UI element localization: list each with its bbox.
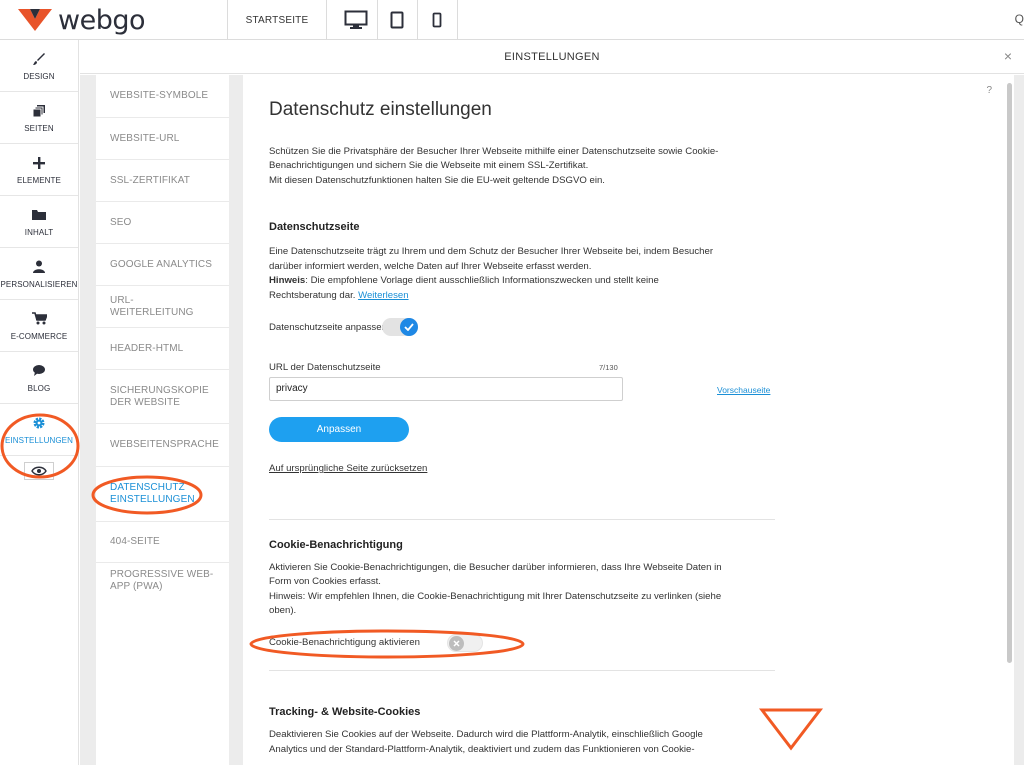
settings-body: WEBSITE-SYMBOLE WEBSITE-URL SSL-ZERTIFIK… <box>80 75 1024 765</box>
intro-text-line-2: Benachrichtigungen und sichern Sie die W… <box>269 160 589 171</box>
intro-text-line-1: Schützen Sie die Privatsphäre der Besuch… <box>269 146 719 157</box>
settings-nav-website-symbole[interactable]: WEBSITE-SYMBOLE <box>96 75 229 118</box>
read-more-link[interactable]: Weiterlesen <box>358 290 408 301</box>
settings-title: EINSTELLUNGEN <box>504 51 600 63</box>
privacy-text-line-2: darüber informiert werden, welche Daten … <box>269 261 592 272</box>
top-right-glyph[interactable]: Q <box>1015 12 1024 26</box>
page-title: Datenschutz einstellungen <box>269 99 492 120</box>
settings-nav-seo[interactable]: SEO <box>96 202 229 244</box>
hint-label: Hinweis <box>269 275 306 286</box>
chat-icon <box>32 363 46 379</box>
plus-icon <box>33 155 45 171</box>
pages-icon <box>32 103 46 119</box>
desktop-view-button[interactable] <box>336 0 376 40</box>
privacy-hint-line-1: Hinweis: Die empfohlene Vorlage dient au… <box>269 274 779 288</box>
top-bar: webgo STARTSEITE Q <box>0 0 1024 40</box>
sidebar-item-label: ELEMENTE <box>17 175 61 185</box>
cookie-notice-heading: Cookie-Benachrichtigung <box>269 539 403 551</box>
tracking-text-line-2: Analytics und der Standard-Plattform-Ana… <box>269 744 695 755</box>
settings-nav: WEBSITE-SYMBOLE WEBSITE-URL SSL-ZERTIFIK… <box>96 75 229 765</box>
settings-nav-404-seite[interactable]: 404-SEITE <box>96 522 229 563</box>
url-field-label: URL der Datenschutzseite <box>269 362 381 373</box>
sidebar-item-einstellungen[interactable]: EINSTELLUNGEN <box>0 404 78 456</box>
sidebar-item-design[interactable]: DESIGN <box>0 40 78 92</box>
privacy-page-toggle[interactable] <box>382 318 418 336</box>
sidebar-item-e-commerce[interactable]: E-COMMERCE <box>0 300 78 352</box>
mobile-view-button[interactable] <box>418 0 456 40</box>
mobile-icon <box>432 12 442 28</box>
startseite-button[interactable]: STARTSEITE <box>228 0 326 40</box>
privacy-page-heading: Datenschutzseite <box>269 221 360 233</box>
brush-icon <box>32 51 46 67</box>
cookie-text-line-1: Aktivieren Sie Cookie-Benachrichtigungen… <box>269 562 722 573</box>
folder-icon <box>32 207 46 223</box>
customize-button[interactable]: Anpassen <box>269 417 409 442</box>
eye-icon <box>31 466 47 476</box>
privacy-toggle-label: Datenschutzseite anpassen <box>269 322 387 333</box>
section-divider <box>269 670 775 671</box>
settings-nav-ssl-zertifikat[interactable]: SSL-ZERTIFIKAT <box>96 160 229 202</box>
privacy-settings-panel: ? Datenschutz einstellungen Schützen Sie… <box>243 75 1014 765</box>
settings-nav-sicherungskopie[interactable]: SICHERUNGSKOPIE DER WEBSITE <box>96 370 229 424</box>
sidebar-item-blog[interactable]: BLOG <box>0 352 78 404</box>
webgo-logo[interactable]: webgo <box>18 4 146 36</box>
sidebar-item-label: DESIGN <box>23 71 55 81</box>
x-icon <box>449 636 464 651</box>
gear-icon <box>32 415 46 431</box>
tracking-cookies-heading: Tracking- & Website-Cookies <box>269 706 421 718</box>
sidebar-item-label: INHALT <box>24 227 54 237</box>
intro-text-line-3: Mit diesen Datenschutzfunktionen halten … <box>269 175 605 186</box>
webgo-logo-text: webgo <box>58 4 146 36</box>
preview-page-link[interactable]: Vorschauseite <box>717 385 770 395</box>
sidebar-item-label: BLOG <box>27 383 51 393</box>
content-scrollbar[interactable] <box>1007 75 1012 675</box>
settings-nav-webseitensprache[interactable]: WEBSEITENSPRACHE <box>96 424 229 467</box>
tablet-view-button[interactable] <box>378 0 416 40</box>
cookie-text-line-2: Form von Cookies erfasst. <box>269 576 381 587</box>
sidebar-item-label: SEITEN <box>24 123 54 133</box>
settings-nav-datenschutz-einstellungen[interactable]: DATENSCHUTZ EINSTELLUNGEN <box>96 467 229 522</box>
sidebar-item-label: PERSONALISIEREN <box>0 279 78 289</box>
sidebar-item-elemente[interactable]: ELEMENTE <box>0 144 78 196</box>
sidebar-item-seiten[interactable]: SEITEN <box>0 92 78 144</box>
webgo-logo-mark-icon <box>18 9 52 31</box>
close-button[interactable]: × <box>1004 48 1012 64</box>
sidebar-item-label: E-COMMERCE <box>10 331 68 341</box>
settings-nav-pwa[interactable]: PROGRESSIVE WEB-APP (PWA) <box>96 563 229 613</box>
preview-eye-button[interactable] <box>24 462 54 480</box>
cart-icon <box>31 311 47 327</box>
divider <box>457 0 458 40</box>
tracking-text-line-1: Deaktivieren Sie Cookies auf der Webseit… <box>269 729 703 740</box>
tablet-icon <box>390 11 404 29</box>
desktop-icon <box>344 10 368 29</box>
settings-nav-header-html[interactable]: HEADER-HTML <box>96 328 229 370</box>
settings-nav-google-analytics[interactable]: GOOGLE ANALYTICS <box>96 244 229 286</box>
reset-page-link[interactable]: Auf ursprüngliche Seite zurücksetzen <box>269 463 427 474</box>
privacy-hint-line-2: Rechtsberatung dar. Weiterlesen <box>269 289 779 303</box>
cookie-notice-toggle[interactable] <box>447 634 483 652</box>
main-sidebar: DESIGN SEITEN ELEMENTE INHALT PERSONALIS… <box>0 40 79 765</box>
divider <box>326 0 327 40</box>
sidebar-item-personalisieren[interactable]: PERSONALISIEREN <box>0 248 78 300</box>
privacy-text-line-1: Eine Datenschutzseite trägt zu Ihrem und… <box>269 246 714 257</box>
settings-nav-website-url[interactable]: WEBSITE-URL <box>96 118 229 160</box>
cookie-text-line-3: Hinweis: Wir empfehlen Ihnen, die Cookie… <box>269 591 722 602</box>
settings-header: EINSTELLUNGEN × <box>80 40 1024 74</box>
sidebar-item-inhalt[interactable]: INHALT <box>0 196 78 248</box>
cookie-toggle-label: Cookie-Benachrichtigung aktivieren <box>269 637 420 648</box>
person-icon <box>33 259 45 275</box>
sidebar-item-label: EINSTELLUNGEN <box>5 435 73 445</box>
url-char-counter: 7/130 <box>599 363 618 372</box>
privacy-url-input[interactable]: privacy <box>269 377 623 401</box>
section-divider <box>269 519 775 520</box>
cookie-text-line-4: oben). <box>269 605 297 616</box>
hint-text: : Die empfohlene Vorlage dient ausschlie… <box>305 275 659 286</box>
hint-text-2: Rechtsberatung dar. <box>269 290 356 301</box>
check-icon <box>400 318 418 336</box>
help-button[interactable]: ? <box>986 85 992 96</box>
scrollbar-thumb[interactable] <box>1007 83 1012 663</box>
settings-nav-url-weiterleitung[interactable]: URL-WEITERLEITUNG <box>96 286 229 328</box>
